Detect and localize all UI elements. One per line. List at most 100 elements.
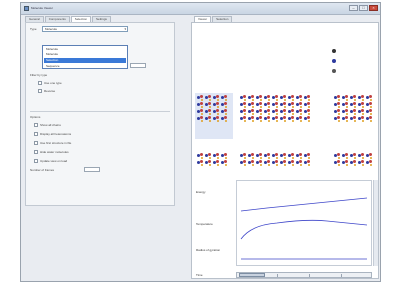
molecule-thumbnail[interactable]: [272, 153, 279, 159]
molecule-thumbnail[interactable]: [221, 95, 228, 101]
molecule-thumbnail[interactable]: [240, 160, 247, 166]
molecule-thumbnail[interactable]: [240, 153, 247, 159]
molecule-thumbnail[interactable]: [213, 109, 220, 115]
viewer-canvas[interactable]: Energy Temperature Radius of gyration Ti…: [191, 22, 379, 279]
molecule-thumbnail[interactable]: [350, 102, 357, 108]
molecule-thumbnail[interactable]: [248, 153, 255, 159]
molecule-thumbnail[interactable]: [256, 116, 263, 122]
molecule-thumbnail[interactable]: [213, 160, 220, 166]
molecule-thumbnail[interactable]: [334, 95, 341, 101]
molecule-thumbnail[interactable]: [296, 153, 303, 159]
molecule-thumbnail[interactable]: [240, 109, 247, 115]
checkbox[interactable]: [38, 81, 42, 85]
molecule-thumbnail[interactable]: [264, 95, 271, 101]
molecule-thumbnail[interactable]: [221, 116, 228, 122]
molecule-thumbnail[interactable]: [264, 109, 271, 115]
molecule-thumbnail[interactable]: [240, 95, 247, 101]
molecule-thumbnail[interactable]: [205, 116, 212, 122]
molecule-thumbnail[interactable]: [366, 102, 373, 108]
molecule-thumbnail[interactable]: [366, 116, 373, 122]
molecule-thumbnail[interactable]: [304, 153, 311, 159]
molecule-thumbnail[interactable]: [197, 102, 204, 108]
small-input[interactable]: [130, 63, 146, 68]
checkbox[interactable]: [38, 89, 42, 93]
molecule-thumbnail[interactable]: [240, 116, 247, 122]
molecule-thumbnail[interactable]: [342, 95, 349, 101]
molecule-thumbnail[interactable]: [197, 153, 204, 159]
molecule-thumbnail[interactable]: [334, 109, 341, 115]
molecule-thumbnail[interactable]: [213, 95, 220, 101]
molecule-thumbnail[interactable]: [358, 160, 365, 166]
molecule-thumbnail[interactable]: [272, 95, 279, 101]
molecule-thumbnail[interactable]: [342, 109, 349, 115]
time-slider[interactable]: [236, 272, 372, 278]
molecule-thumbnail[interactable]: [280, 116, 287, 122]
molecule-thumbnail[interactable]: [264, 102, 271, 108]
dropdown-option[interactable]: Molecule: [44, 52, 126, 57]
molecule-thumbnail[interactable]: [205, 160, 212, 166]
molecule-thumbnail[interactable]: [197, 160, 204, 166]
molecule-thumbnail[interactable]: [304, 102, 311, 108]
molecule-thumbnail[interactable]: [358, 102, 365, 108]
dropdown-option-selected[interactable]: Selection: [44, 58, 126, 63]
molecule-thumbnail[interactable]: [342, 102, 349, 108]
molecule-thumbnail[interactable]: [366, 95, 373, 101]
molecule-thumbnail[interactable]: [205, 153, 212, 159]
molecule-thumbnail[interactable]: [280, 102, 287, 108]
molecule-thumbnail[interactable]: [288, 95, 295, 101]
plot-scrollbar[interactable]: [373, 180, 378, 266]
checkbox[interactable]: [34, 141, 38, 145]
molecule-thumbnail[interactable]: [256, 109, 263, 115]
molecule-thumbnail[interactable]: [342, 160, 349, 166]
title-bar[interactable]: Molecule Viewer – □ ×: [21, 3, 380, 15]
molecule-thumbnail[interactable]: [288, 160, 295, 166]
molecule-thumbnail[interactable]: [213, 116, 220, 122]
molecule-thumbnail[interactable]: [288, 153, 295, 159]
molecule-thumbnail[interactable]: [221, 160, 228, 166]
molecule-thumbnail[interactable]: [304, 109, 311, 115]
molecule-thumbnail[interactable]: [205, 109, 212, 115]
molecule-thumbnail[interactable]: [264, 116, 271, 122]
molecule-thumbnail[interactable]: [334, 116, 341, 122]
molecule-thumbnail[interactable]: [358, 116, 365, 122]
plot-panel[interactable]: [236, 180, 372, 266]
type-dropdown[interactable]: Molecule ▾: [42, 26, 128, 32]
molecule-thumbnail[interactable]: [350, 109, 357, 115]
molecule-thumbnail[interactable]: [350, 153, 357, 159]
molecule-thumbnail[interactable]: [272, 102, 279, 108]
maximize-button[interactable]: □: [359, 5, 368, 11]
checkbox[interactable]: [34, 132, 38, 136]
molecule-thumbnail[interactable]: [350, 95, 357, 101]
molecule-thumbnail[interactable]: [197, 109, 204, 115]
molecule-thumbnail[interactable]: [272, 116, 279, 122]
time-slider-thumb[interactable]: [239, 273, 265, 277]
molecule-thumbnail[interactable]: [248, 95, 255, 101]
molecule-thumbnail[interactable]: [248, 116, 255, 122]
molecule-thumbnail[interactable]: [304, 116, 311, 122]
molecule-thumbnail[interactable]: [240, 102, 247, 108]
molecule-thumbnail[interactable]: [213, 153, 220, 159]
molecule-thumbnail[interactable]: [221, 153, 228, 159]
molecule-thumbnail[interactable]: [221, 109, 228, 115]
molecule-thumbnail[interactable]: [213, 102, 220, 108]
molecule-thumbnail[interactable]: [296, 95, 303, 101]
molecule-thumbnail[interactable]: [205, 102, 212, 108]
molecule-thumbnail[interactable]: [256, 153, 263, 159]
molecule-thumbnail[interactable]: [296, 102, 303, 108]
molecule-thumbnail[interactable]: [342, 153, 349, 159]
molecule-thumbnail[interactable]: [296, 116, 303, 122]
molecule-thumbnail[interactable]: [248, 109, 255, 115]
frames-input[interactable]: [84, 167, 100, 172]
molecule-thumbnail[interactable]: [280, 160, 287, 166]
molecule-thumbnail[interactable]: [197, 95, 204, 101]
molecule-thumbnail[interactable]: [334, 102, 341, 108]
molecule-thumbnail[interactable]: [264, 153, 271, 159]
checkbox[interactable]: [34, 123, 38, 127]
molecule-thumbnail[interactable]: [221, 102, 228, 108]
molecule-thumbnail[interactable]: [256, 160, 263, 166]
molecule-thumbnail[interactable]: [272, 109, 279, 115]
molecule-thumbnail[interactable]: [296, 109, 303, 115]
molecule-thumbnail[interactable]: [350, 116, 357, 122]
molecule-thumbnail[interactable]: [248, 102, 255, 108]
molecule-thumbnail[interactable]: [334, 153, 341, 159]
